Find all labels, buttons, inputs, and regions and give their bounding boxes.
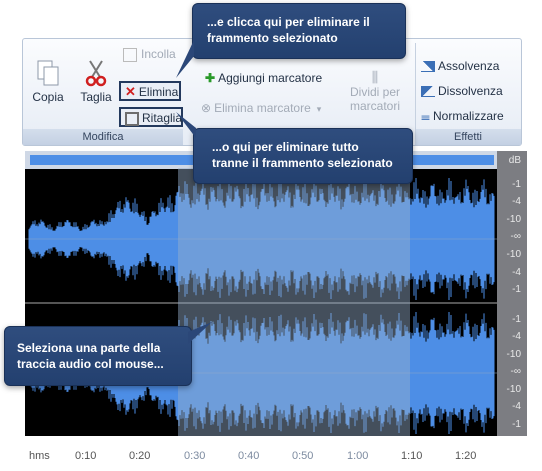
- callout-crop-pointer: [176, 112, 196, 138]
- crop-icon: [125, 111, 139, 126]
- crop-button[interactable]: Ritaglia: [119, 107, 183, 127]
- db-tick: -4: [512, 267, 521, 278]
- group-label-effetti: Effetti: [415, 129, 521, 145]
- copy-label: Copia: [32, 90, 64, 104]
- cut-label: Taglia: [80, 90, 112, 104]
- remove-marker-button[interactable]: ⊗ Elimina marcatore ▾: [201, 99, 351, 117]
- selection-region[interactable]: [178, 168, 410, 438]
- time-tick: 1:20: [455, 450, 477, 462]
- db-tick: -4: [512, 331, 521, 342]
- fade-in-button[interactable]: Assolvenza: [421, 57, 517, 75]
- callout-crop-line1: ...o qui per eliminare tutto: [212, 140, 359, 154]
- normalize-icon: 𝍢: [421, 111, 430, 123]
- cut-button[interactable]: Taglia: [75, 59, 117, 119]
- callout-select-pointer: [188, 322, 212, 344]
- db-tick: -10: [506, 214, 521, 225]
- add-marker-button[interactable]: ✚ Aggiungi marcatore: [205, 69, 345, 87]
- group-separator: [415, 43, 416, 143]
- scissors-icon: [85, 60, 107, 87]
- callout-crop: ...o qui per eliminare tutto tranne il f…: [193, 128, 413, 184]
- db-tick: -1: [512, 419, 521, 430]
- delete-label: Elimina: [138, 85, 179, 99]
- db-tick: -4: [512, 401, 521, 412]
- time-unit-label: hms: [29, 450, 50, 462]
- callout-delete: ...e clicca qui per eliminare il frammen…: [192, 3, 406, 59]
- time-tick: 1:00: [347, 450, 369, 462]
- remove-marker-label: Elimina marcatore: [214, 101, 311, 115]
- callout-delete-line1: ...e clicca qui per eliminare il: [207, 15, 370, 29]
- callout-delete-pointer: [176, 40, 194, 78]
- time-tick: 0:40: [238, 450, 260, 462]
- paste-icon: [123, 47, 137, 62]
- callout-select-line1: Seleziona una parte della: [17, 341, 161, 355]
- db-tick: -∞: [510, 366, 521, 377]
- normalize-label: Normalizzare: [432, 109, 504, 123]
- time-tick: 0:50: [292, 450, 314, 462]
- copy-icon: [37, 60, 59, 86]
- db-tick: -10: [506, 249, 521, 260]
- fade-in-label: Assolvenza: [438, 59, 500, 73]
- split-icon: ⫼: [371, 69, 379, 85]
- db-tick: -4: [512, 196, 521, 207]
- add-marker-icon: ✚: [205, 71, 216, 85]
- time-tick: 0:30: [184, 450, 206, 462]
- add-marker-label: Aggiungi marcatore: [218, 71, 323, 85]
- fade-out-icon: [421, 86, 435, 98]
- db-tick: -10: [506, 384, 521, 395]
- split-label-line2: marcatori: [349, 99, 400, 113]
- paste-button[interactable]: Incolla: [123, 45, 183, 63]
- normalize-button[interactable]: 𝍢 Normalizzare: [421, 107, 517, 125]
- time-tick: 0:10: [75, 450, 97, 462]
- callout-select-line2: traccia audio col mouse...: [17, 357, 164, 371]
- fade-out-label: Dissolvenza: [438, 84, 503, 98]
- db-tick: -1: [512, 284, 521, 295]
- callout-delete-line2: frammento selezionato: [207, 31, 338, 45]
- split-by-markers-button[interactable]: ⫼ Dividi per marcatori: [345, 69, 405, 127]
- time-tick: 0:20: [129, 450, 151, 462]
- delete-icon: ✕: [125, 84, 136, 99]
- callout-select: Seleziona una parte della traccia audio …: [4, 326, 192, 386]
- time-tick: 1:10: [401, 450, 423, 462]
- split-label-line1: Dividi per: [349, 85, 400, 99]
- delete-button[interactable]: ✕ Elimina: [119, 81, 181, 101]
- db-scale: dB -1 -4 -10 -∞ -10 -4 -1 -1 -4 -10 -∞ -…: [497, 151, 527, 451]
- db-tick: -10: [506, 349, 521, 360]
- db-tick: -1: [512, 179, 521, 190]
- fade-out-button[interactable]: Dissolvenza: [421, 82, 517, 100]
- group-label-modifica: Modifica: [23, 129, 183, 145]
- paste-label: Incolla: [141, 47, 176, 61]
- db-tick: -∞: [510, 231, 521, 242]
- time-ruler[interactable]: hms 0:10 0:20 0:30 0:40 0:50 1:00 1:10 1…: [25, 436, 527, 471]
- chevron-down-icon: ▾: [316, 104, 322, 114]
- remove-marker-icon: ⊗: [201, 101, 212, 115]
- callout-crop-line2: tranne il frammento selezionato: [212, 156, 393, 170]
- copy-button[interactable]: Copia: [29, 59, 67, 119]
- fade-in-icon: [421, 61, 435, 73]
- db-unit-label: dB: [508, 155, 521, 166]
- db-tick: -1: [512, 314, 521, 325]
